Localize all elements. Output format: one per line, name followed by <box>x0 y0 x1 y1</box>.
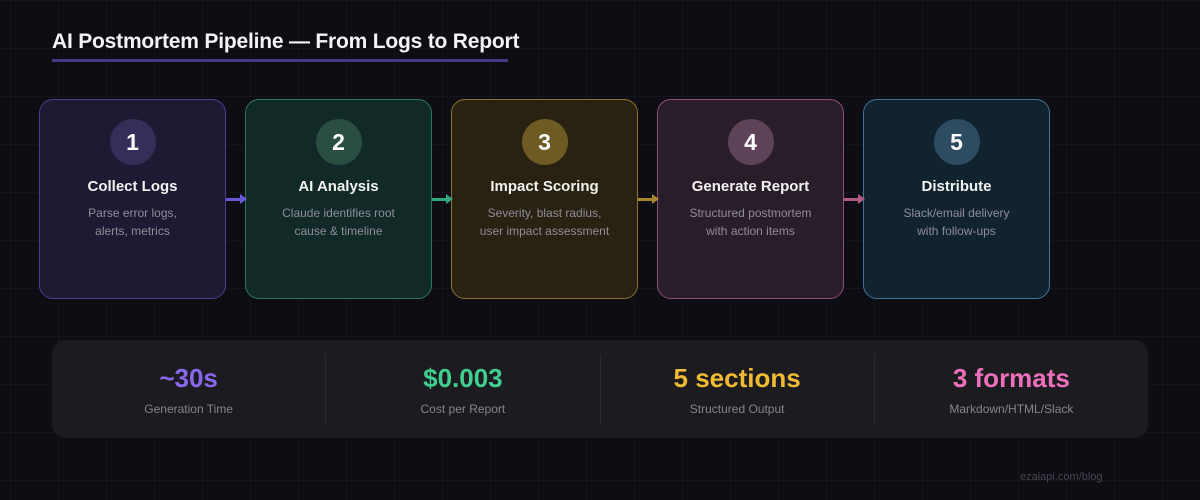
stat-label: Generation Time <box>144 401 233 416</box>
step-card-generate-report: 4 Generate Report Structured postmortem … <box>657 99 844 299</box>
stat-generation-time: ~30s Generation Time <box>52 363 325 416</box>
step-number-badge: 5 <box>933 119 980 165</box>
step-description: Claude identifies root cause & timeline <box>282 206 395 238</box>
flow-arrow <box>844 99 865 299</box>
arrow-head-icon <box>652 194 659 204</box>
infographic-canvas: AI Postmortem Pipeline — From Logs to Re… <box>0 0 1200 500</box>
step-card-ai-analysis: 2 AI Analysis Claude identifies root cau… <box>245 99 432 299</box>
step-number-badge: 2 <box>315 119 362 165</box>
step-number: 2 <box>332 128 345 155</box>
step-number: 5 <box>950 128 963 155</box>
step-card-distribute: 5 Distribute Slack/email delivery with f… <box>863 99 1050 299</box>
stat-value: ~30s <box>159 362 218 393</box>
step-number-badge: 3 <box>521 119 568 165</box>
step-title: Distribute <box>921 178 992 195</box>
step-number-badge: 1 <box>109 119 156 165</box>
step-title: Collect Logs <box>87 178 178 195</box>
stat-cost-per-report: $0.003 Cost per Report <box>326 363 599 416</box>
step-description: Parse error logs, alerts, metrics <box>88 206 177 238</box>
step-description: Severity, blast radius, user impact asse… <box>479 206 610 238</box>
arrow-head-icon <box>446 194 453 204</box>
step-number: 1 <box>126 128 139 155</box>
pipeline-row: 1 Collect Logs Parse error logs, alerts,… <box>39 99 1050 299</box>
step-title: AI Analysis <box>298 178 379 195</box>
stat-label: Structured Output <box>689 401 785 416</box>
page-title: AI Postmortem Pipeline — From Logs to Re… <box>52 30 520 53</box>
step-card-collect-logs: 1 Collect Logs Parse error logs, alerts,… <box>39 99 226 299</box>
title-underline <box>52 59 508 62</box>
stat-value: $0.003 <box>423 362 503 393</box>
step-number: 4 <box>744 128 757 155</box>
step-description: Slack/email delivery with follow-ups <box>903 206 1010 238</box>
stat-output-formats: 3 formats Markdown/HTML/Slack <box>875 363 1148 416</box>
step-title: Impact Scoring <box>490 178 599 195</box>
stat-value: 5 sections <box>673 362 801 393</box>
step-number: 3 <box>538 128 551 155</box>
flow-arrow <box>226 99 247 299</box>
step-description: Structured postmortem with action items <box>689 206 812 238</box>
flow-arrow <box>432 99 453 299</box>
arrow-head-icon <box>858 194 865 204</box>
watermark-url: ezaiapi.com/blog <box>1020 471 1103 483</box>
arrow-head-icon <box>240 194 247 204</box>
step-number-badge: 4 <box>727 119 774 165</box>
stats-bar: ~30s Generation Time $0.003 Cost per Rep… <box>52 340 1148 438</box>
flow-arrow <box>638 99 659 299</box>
step-title: Generate Report <box>691 178 810 195</box>
stat-structured-output: 5 sections Structured Output <box>601 363 874 416</box>
stat-label: Markdown/HTML/Slack <box>949 401 1074 416</box>
step-card-impact-scoring: 3 Impact Scoring Severity, blast radius,… <box>451 99 638 299</box>
stat-label: Cost per Report <box>420 401 506 416</box>
stat-value: 3 formats <box>952 362 1070 393</box>
